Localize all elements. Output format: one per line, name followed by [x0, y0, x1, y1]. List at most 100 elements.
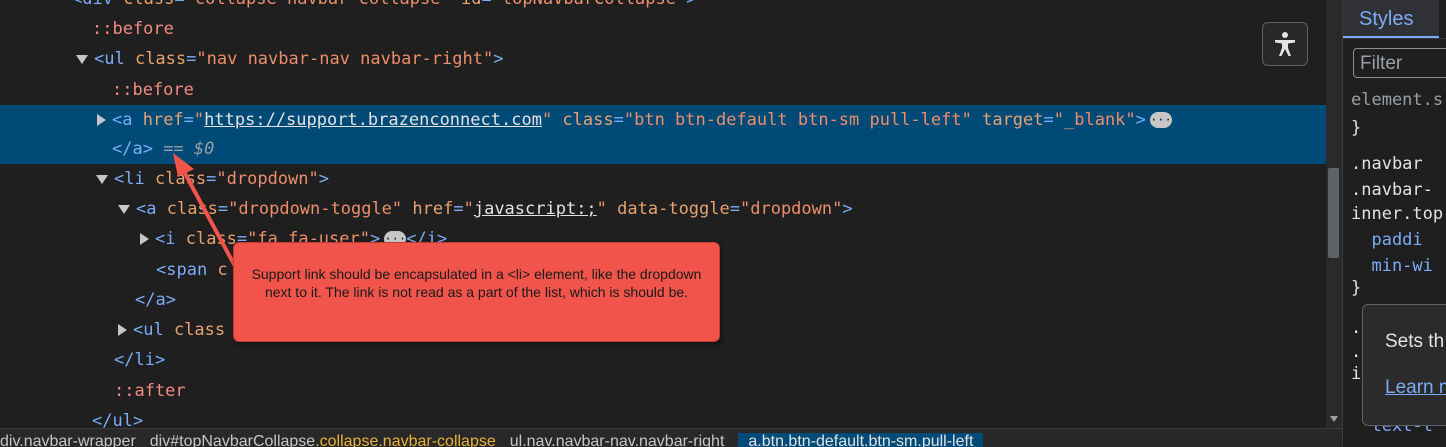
dom-node-line[interactable]: <ul class="nav navbar-nav navbar-right">: [0, 44, 1326, 74]
code-token: >: [686, 0, 696, 9]
code-token: ": [541, 110, 553, 130]
expand-triangle-icon[interactable]: [97, 114, 106, 126]
code-token: </li>: [114, 350, 166, 370]
code-token: "dropdown": [216, 169, 319, 189]
code-token: =: [186, 49, 197, 69]
dom-node-line[interactable]: </ul>: [0, 406, 1326, 428]
breadcrumb-item-classes: .collapse.navbar-collapse: [315, 433, 496, 447]
code-token: =: [613, 110, 624, 130]
scrollbar-thumb[interactable]: [1328, 168, 1339, 258]
code-token: </a>: [135, 290, 176, 310]
dom-node-line[interactable]: ::before: [0, 14, 1326, 44]
href-link[interactable]: javascript:;: [474, 199, 597, 219]
code-token: >: [318, 169, 329, 189]
code-token: "dropdown": [740, 199, 843, 219]
code-token: =: [206, 169, 217, 189]
code-token: =: [729, 199, 740, 219]
href-link[interactable]: https://support.brazenconnect.com: [204, 110, 542, 130]
elements-tree-panel: <div class="collapse navbar-collapse" id…: [0, 0, 1326, 428]
code-token: ": [463, 199, 474, 219]
code-token: ::before: [92, 19, 174, 39]
breadcrumb-item-label: a.btn.btn-default.btn-sm.pull-left: [748, 433, 974, 447]
code-token: c: [217, 260, 228, 280]
code-token: <i: [155, 229, 186, 249]
tab-styles[interactable]: Styles: [1343, 0, 1439, 38]
breadcrumb-item-label: ul.nav.navbar-nav.navbar-right: [509, 433, 725, 447]
style-rule-line: .: [1351, 318, 1362, 338]
code-token: class: [123, 0, 174, 9]
breadcrumb-item-label: div.navbar-wrapper: [0, 433, 136, 447]
annotation-callout: Support link should be encapsulated in a…: [233, 242, 720, 342]
dom-node-line[interactable]: <div class="collapse navbar-collapse" id…: [0, 0, 1326, 14]
style-rule-line: .navbar: [1351, 154, 1433, 174]
dom-node-line[interactable]: </a> == $0: [0, 134, 1326, 164]
breadcrumb-item[interactable]: div#topNavbarCollapse.collapse.navbar-co…: [150, 433, 496, 447]
code-token: href: [402, 199, 454, 219]
code-token: =: [183, 110, 194, 130]
code-token: "nav navbar-nav navbar-right": [196, 49, 494, 69]
code-token: class: [552, 110, 614, 130]
code-token: >: [842, 199, 853, 219]
code-token: "dropdown-toggle": [228, 199, 403, 219]
code-token: ": [596, 199, 607, 219]
code-token: == $0: [152, 139, 215, 159]
breadcrumb-item[interactable]: div.navbar-wrapper: [0, 433, 136, 447]
code-token: ": [193, 110, 205, 130]
code-token: <li: [114, 169, 155, 189]
tooltip-text: Sets th: [1385, 331, 1445, 352]
code-token: <a: [136, 199, 167, 219]
scroll-down-arrow-icon[interactable]: [1330, 416, 1338, 422]
style-rule-line: .navbar-: [1351, 180, 1433, 200]
code-token: <div: [72, 0, 123, 9]
code-token: >: [493, 49, 504, 69]
style-rule-line: .: [1351, 342, 1362, 362]
collapse-triangle-icon[interactable]: [118, 204, 130, 214]
code-token: href: [142, 110, 184, 130]
styles-tabbar: Styles: [1343, 0, 1446, 39]
style-rule-line: inner.top: [1351, 204, 1444, 224]
code-token: <span: [156, 260, 218, 280]
dom-node-line[interactable]: <a class="dropdown-toggle" href="javascr…: [0, 194, 1326, 224]
code-token: "_blank": [1053, 110, 1136, 130]
expand-triangle-icon[interactable]: [140, 233, 149, 245]
style-rule-line: }: [1351, 278, 1362, 298]
dom-node-line[interactable]: ::before: [0, 75, 1326, 105]
more-actions-icon[interactable]: ···: [1149, 112, 1172, 128]
accessibility-tree-button[interactable]: [1262, 22, 1308, 66]
code-token: class: [166, 199, 218, 219]
code-token: <ul: [133, 320, 174, 340]
breadcrumb-item[interactable]: a.btn.btn-default.btn-sm.pull-left: [738, 433, 984, 447]
dom-node-line[interactable]: ::after: [0, 376, 1326, 406]
learn-more-link[interactable]: Learn m: [1385, 377, 1446, 399]
dom-node-line[interactable]: </li>: [0, 345, 1326, 375]
style-rule-line: element.s: [1351, 90, 1444, 110]
code-token: ::after: [114, 381, 186, 401]
code-token: class: [173, 320, 226, 340]
code-token: target: [971, 110, 1044, 130]
code-token: id: [451, 0, 481, 9]
code-token: >: [1135, 110, 1146, 130]
breadcrumb: div.navbar-wrapper div#topNavbarCollapse.…: [0, 428, 1342, 447]
code-token: =: [217, 199, 229, 219]
dom-node-line[interactable]: <li class="dropdown">: [0, 164, 1326, 194]
code-token: =: [1043, 110, 1054, 130]
elements-scrollbar[interactable]: [1326, 0, 1342, 428]
code-token: </a>: [112, 139, 153, 159]
code-token: class: [134, 49, 187, 69]
style-rule-line: }: [1351, 118, 1362, 138]
code-token: ::before: [112, 80, 194, 100]
code-token: <ul: [94, 49, 135, 69]
dom-node-line[interactable]: <a href="https://support.brazenconnect.c…: [0, 105, 1326, 135]
collapse-triangle-icon[interactable]: [96, 174, 108, 184]
expand-triangle-icon[interactable]: [118, 324, 127, 336]
css-property-tooltip: Sets th Learn m: [1362, 304, 1446, 426]
code-token: =: [174, 0, 184, 9]
style-rule-line: paddi: [1351, 230, 1423, 250]
collapse-triangle-icon[interactable]: [76, 54, 88, 64]
accessibility-person-icon: [1275, 32, 1295, 56]
styles-filter-input[interactable]: Filter: [1353, 48, 1446, 78]
code-token: =: [453, 199, 464, 219]
style-rule-line: i: [1351, 364, 1362, 384]
breadcrumb-item[interactable]: ul.nav.navbar-nav.navbar-right: [510, 433, 725, 447]
breadcrumb-item-label: div#topNavbarCollapse: [149, 433, 316, 447]
